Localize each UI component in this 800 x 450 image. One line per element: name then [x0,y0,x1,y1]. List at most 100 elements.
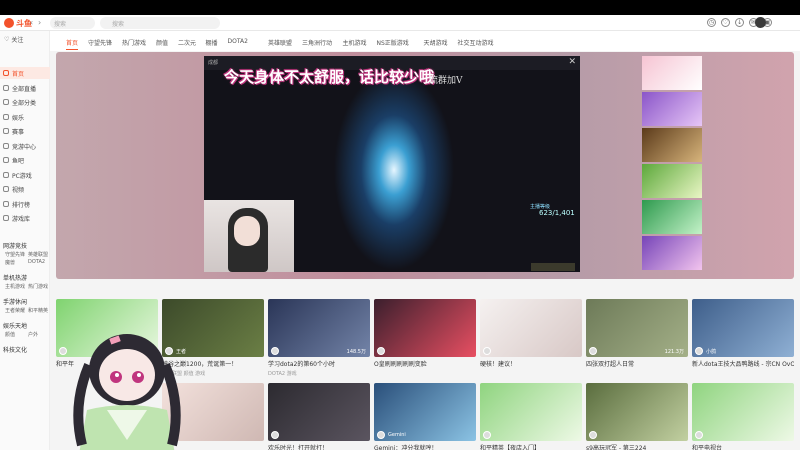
sidebar-item[interactable]: 娱乐 [0,111,50,123]
recommend-thumb[interactable] [642,128,702,162]
sidebar-item[interactable]: 游戏库 [0,212,50,224]
recommend-thumbnails [642,56,702,276]
sidebar-section-head[interactable]: 科技文化 [3,345,27,354]
sidebar-sub-item[interactable]: 和平精英 [28,307,48,314]
streamer-avatar[interactable] [695,347,703,355]
sidebar-sub-item[interactable]: DOTA2 [28,259,45,265]
live-title[interactable]: 欢乐时光！打开就打！ [268,443,370,450]
sidebar-item[interactable]: 全部分类 [0,96,50,108]
category-tab[interactable]: DOTA2 [228,38,248,45]
streamer-avatar[interactable] [271,347,279,355]
sidebar-item[interactable]: 竞游中心 [0,140,50,152]
live-thumbnail[interactable] [586,383,688,441]
live-title[interactable]: O皇刷刷刷刷刷变脸 [374,359,476,368]
close-icon[interactable]: ✕ [568,57,576,67]
category-tab[interactable]: 社交互动游戏 [458,38,494,47]
live-card[interactable]: 121.3万 四张双打超人日常 [586,299,688,370]
sidebar-item[interactable]: 视频 [0,183,50,195]
live-thumbnail[interactable] [692,383,794,441]
sidebar-sub-item[interactable]: 主机游戏 [5,283,25,290]
back-button[interactable]: ‹ [30,18,33,27]
sidebar-item-icon [3,200,9,207]
live-card[interactable]: 小鸽新人dota王技大品鸭路线 - 宗CN OvO [692,299,794,370]
live-card[interactable]: s9高玩冠军 - 第三224 [586,383,688,450]
sidebar-sub-item[interactable]: 王者荣耀 [5,307,25,314]
search-input[interactable]: 搜索 [50,17,95,29]
streamer-avatar[interactable] [271,431,279,439]
category-tab[interactable]: 守望先锋 [88,38,112,47]
sidebar-item[interactable]: 赛事 [0,125,50,137]
live-thumbnail[interactable] [480,299,582,357]
sidebar-section-head[interactable]: 娱乐天地 [3,321,27,330]
category-tab[interactable]: 首页 [66,38,79,50]
category-tab[interactable]: 英雄联盟 [268,38,292,47]
category-tab[interactable]: 三角洲行动 [302,38,332,47]
sidebar-sub-item[interactable]: 守望先锋 [5,251,25,258]
live-card[interactable]: O皇刷刷刷刷刷变脸 [374,299,476,370]
live-title[interactable]: 新人dota王技大品鸭路线 - 宗CN OvO [692,359,794,368]
live-title[interactable]: 学习dota2的第60个小时 [268,359,370,368]
streamer-avatar[interactable] [483,431,491,439]
live-thumbnail[interactable] [268,383,370,441]
live-title[interactable]: 和平精英【夜店入门】 [480,443,582,450]
streamer-avatar[interactable] [377,347,385,355]
live-thumbnail[interactable] [480,383,582,441]
live-card[interactable]: Gemini Gemini：冲分我就哼！ [374,383,476,450]
forward-button[interactable]: › [38,18,41,27]
streamer-avatar[interactable] [377,431,385,439]
sidebar-item[interactable]: 全部直播 [0,82,50,94]
sidebar-sub-item[interactable]: 颜值 [5,331,15,338]
streamer-avatar[interactable] [483,347,491,355]
user-avatar[interactable] [755,17,766,28]
live-card[interactable]: 欢乐时光！打开就打！ [268,383,370,450]
sidebar-section-head[interactable]: 手游休闲 [3,297,27,306]
live-title[interactable]: s9高玩冠军 - 第三224 [586,443,688,450]
category-tab[interactable]: NS正版游戏 [377,38,409,47]
recommend-thumb[interactable] [642,200,702,234]
live-card[interactable]: 148.5万 学习dota2的第60个小时 DOTA2 游戏 [268,299,370,377]
recommend-thumb[interactable] [642,164,702,198]
live-player[interactable]: 成都 ✕ 今天身体不太舒服，话比较少哦 流群加V 主播等级 623/1,401 [204,56,580,272]
category-tab[interactable]: 主机游戏 [343,38,367,47]
live-card[interactable]: 和平精英【夜店入门】 [480,383,582,450]
streamer-avatar[interactable] [589,431,597,439]
sidebar-sub-item[interactable]: 户外 [28,331,38,338]
category-tab[interactable]: 天胡游戏 [424,38,448,47]
live-title[interactable]: 硬核！建议！ [480,359,582,368]
recommend-thumb[interactable] [642,56,702,90]
sidebar-section-head[interactable]: 网游竞技 [3,241,27,250]
live-title[interactable]: Gemini：冲分我就哼！ [374,443,476,450]
sidebar-item-label: PC游戏 [12,172,32,180]
category-tab[interactable]: 二次元 [178,38,196,47]
recommend-thumb[interactable] [642,92,702,126]
live-card[interactable]: 硬核！建议！ [480,299,582,370]
streamer-name[interactable]: Gemini [388,432,406,438]
category-tab[interactable]: 热门游戏 [122,38,146,47]
sidebar-item[interactable]: 排行榜 [0,198,50,210]
sidebar-item[interactable]: PC游戏 [0,169,50,181]
category-tab[interactable]: 棚播 [206,38,218,47]
sidebar-item-icon [3,99,9,105]
category-bar: 首页 守望先锋 热门游戏 颜值 二次元 棚播 DOTA2 英雄联盟 三角洲行动 主机游戏 NS正版游… [50,31,800,51]
sidebar-sub-item[interactable]: 魔兽 [5,259,15,266]
search-input-main[interactable]: 搜索 [100,17,220,29]
favorite-icon[interactable]: ♡ [721,18,730,27]
douyu-logo-icon[interactable] [4,18,14,28]
streamer-avatar[interactable] [695,431,703,439]
streamer-name[interactable]: 小鸽 [706,348,716,355]
download-icon[interactable]: ↓ [735,18,744,27]
live-thumbnail[interactable] [374,299,476,357]
category-tab[interactable]: 颜值 [156,38,168,47]
history-icon[interactable]: ◷ [707,18,716,27]
sidebar-sub-item[interactable]: 英雄联盟 [28,251,48,258]
sidebar-sub-item[interactable]: 热门游戏 [28,283,48,290]
sidebar-section-head[interactable]: 单机热游 [3,273,27,282]
live-title[interactable]: 和平电视台 [692,443,794,450]
sidebar-item[interactable]: 鱼吧 [0,154,50,166]
live-title[interactable]: 四张双打超人日常 [586,359,688,368]
live-card[interactable]: 和平电视台 [692,383,794,450]
sidebar-follow[interactable]: ♡ 关注 [4,35,23,44]
sidebar-item[interactable]: 首页 [0,67,50,79]
recommend-thumb[interactable] [642,236,702,270]
streamer-avatar[interactable] [589,347,597,355]
